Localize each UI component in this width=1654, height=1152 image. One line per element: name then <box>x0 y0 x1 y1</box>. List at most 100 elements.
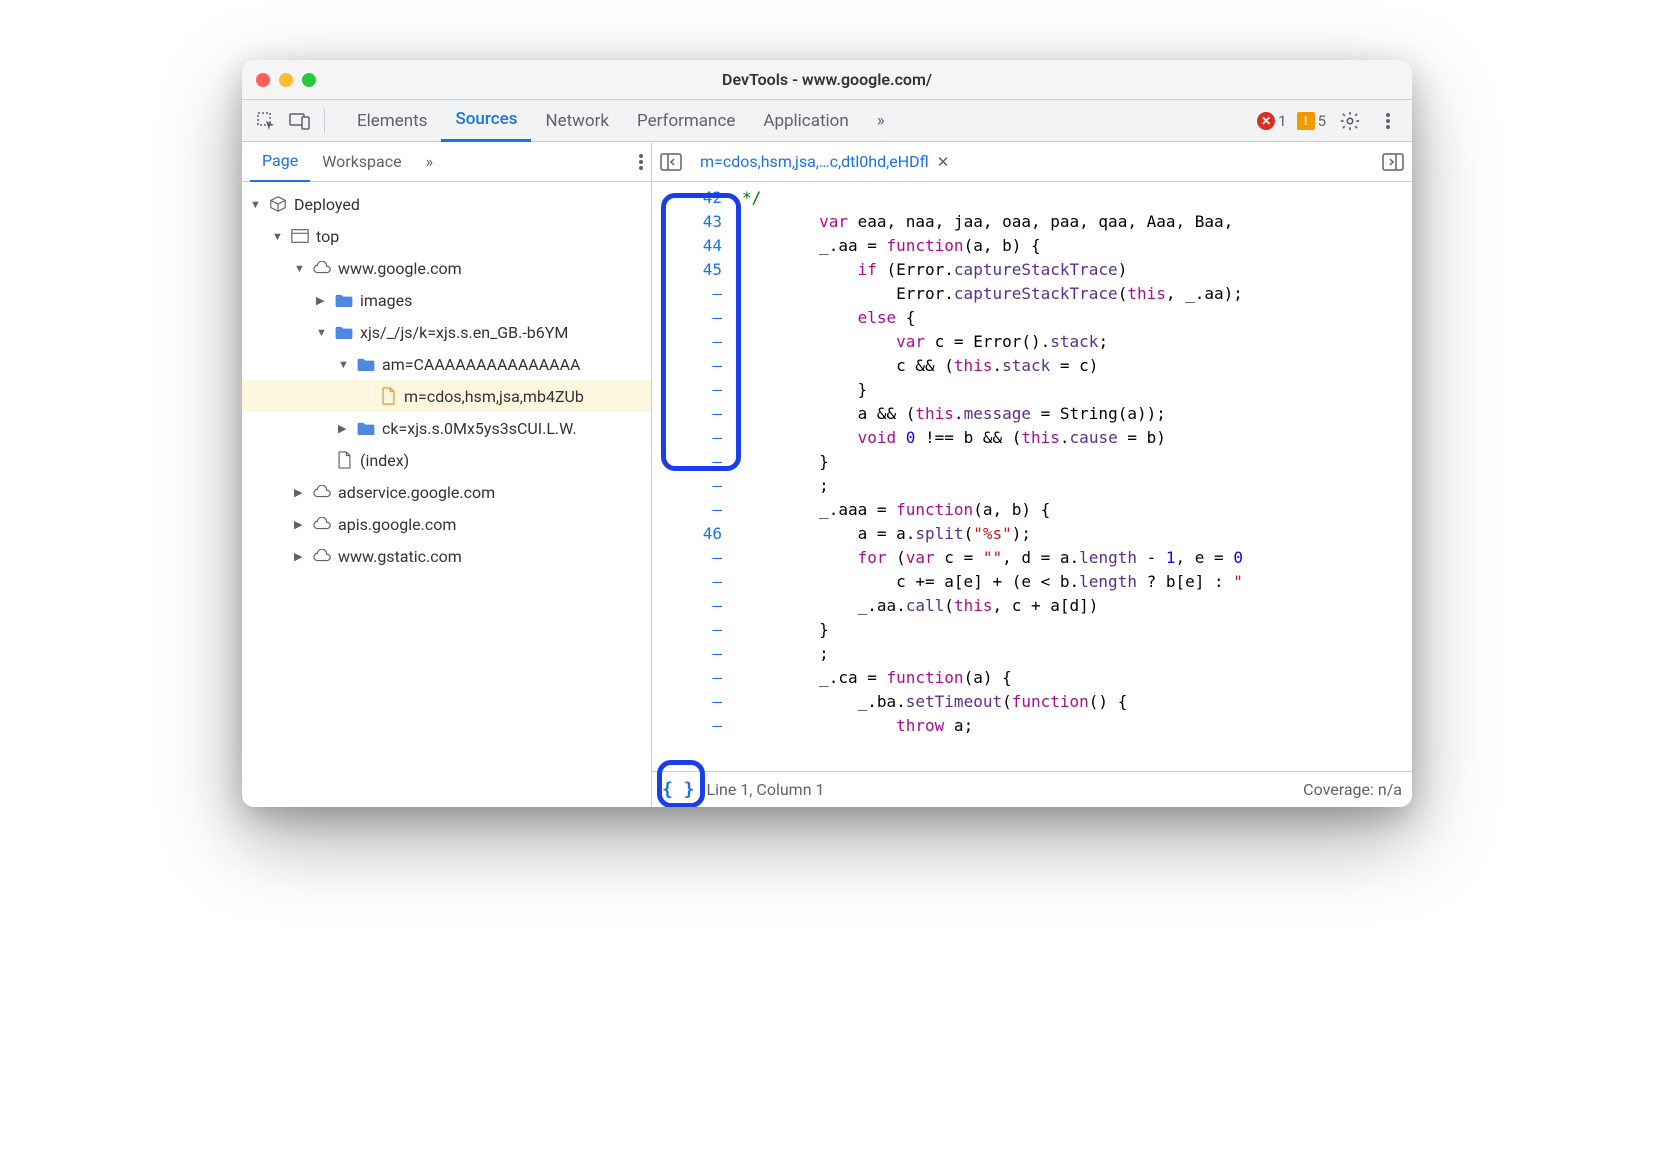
gutter-line[interactable]: – <box>652 354 722 378</box>
code-line[interactable]: a && (this.message = String(a)); <box>742 402 1412 426</box>
code-line[interactable]: c += a[e] + (e < b.length ? b[e] : " <box>742 570 1412 594</box>
tree-item[interactable]: m=cdos,hsm,jsa,mb4ZUb <box>242 380 651 412</box>
tab-application[interactable]: Application <box>749 100 862 142</box>
code-line[interactable]: } <box>742 378 1412 402</box>
tree-item[interactable]: ▶ck=xjs.s.0Mx5ys3sCUI.L.W. <box>242 412 651 444</box>
tree-item[interactable]: ▶apis.google.com <box>242 508 651 540</box>
nav-tab-page[interactable]: Page <box>250 142 310 182</box>
gutter-line[interactable]: – <box>652 378 722 402</box>
gutter-line[interactable]: – <box>652 426 722 450</box>
nav-more-icon[interactable]: » <box>414 142 446 182</box>
close-button[interactable] <box>256 73 270 87</box>
code-line[interactable]: ; <box>742 474 1412 498</box>
warning-badge[interactable]: ! 5 <box>1297 112 1326 130</box>
file-generic-icon <box>334 451 354 469</box>
code-editor[interactable]: 42434445––––––––––46–––––––– */ var eaa,… <box>652 182 1412 771</box>
inspect-icon[interactable] <box>252 107 280 135</box>
settings-icon[interactable] <box>1336 107 1364 135</box>
tree-item[interactable]: ▶www.gstatic.com <box>242 540 651 572</box>
tree-arrow-icon[interactable]: ▼ <box>338 358 350 371</box>
tree-arrow-icon[interactable]: ▶ <box>294 518 306 531</box>
show-navigator-icon[interactable] <box>660 152 682 172</box>
code-line[interactable]: var c = Error().stack; <box>742 330 1412 354</box>
maximize-button[interactable] <box>302 73 316 87</box>
gutter-line[interactable]: – <box>652 690 722 714</box>
gutter-line[interactable]: – <box>652 570 722 594</box>
gutter-line[interactable]: – <box>652 498 722 522</box>
gutter-line[interactable]: – <box>652 666 722 690</box>
tree-label: Deployed <box>294 195 360 214</box>
tab-elements[interactable]: Elements <box>343 100 441 142</box>
gutter-line[interactable]: 43 <box>652 210 722 234</box>
gutter-line[interactable]: 45 <box>652 258 722 282</box>
tree-arrow-icon[interactable]: ▶ <box>294 486 306 499</box>
gutter-line[interactable]: – <box>652 474 722 498</box>
code-line[interactable]: for (var c = "", d = a.length - 1, e = 0 <box>742 546 1412 570</box>
more-menu-icon[interactable] <box>1374 107 1402 135</box>
code-line[interactable]: } <box>742 618 1412 642</box>
gutter-line[interactable]: – <box>652 642 722 666</box>
tree-item[interactable]: ▼xjs/_/js/k=xjs.s.en_GB.-b6YM <box>242 316 651 348</box>
more-tabs-icon[interactable]: » <box>863 100 899 142</box>
tab-sources[interactable]: Sources <box>441 100 531 142</box>
gutter-line[interactable]: – <box>652 714 722 738</box>
tree-item[interactable]: ▶images <box>242 284 651 316</box>
code-line[interactable]: _.aaa = function(a, b) { <box>742 498 1412 522</box>
code-line[interactable]: _.aa = function(a, b) { <box>742 234 1412 258</box>
tree-item[interactable]: ▼top <box>242 220 651 252</box>
code-line[interactable]: */ <box>742 186 1412 210</box>
code-line[interactable]: void 0 !== b && (this.cause = b) <box>742 426 1412 450</box>
gutter-line[interactable]: – <box>652 594 722 618</box>
titlebar: DevTools - www.google.com/ <box>242 60 1412 100</box>
code-line[interactable]: } <box>742 450 1412 474</box>
tree-item[interactable]: ▼ Deployed <box>242 188 651 220</box>
close-tab-icon[interactable]: ✕ <box>937 153 950 171</box>
tree-item[interactable]: ▼am=CAAAAAAAAAAAAAAA <box>242 348 651 380</box>
tree-arrow-icon[interactable]: ▼ <box>294 262 306 275</box>
folder-icon <box>356 357 376 372</box>
gutter-line[interactable]: – <box>652 306 722 330</box>
tree-arrow-icon[interactable]: ▶ <box>316 294 328 307</box>
tree-arrow-icon[interactable]: ▼ <box>316 326 328 339</box>
gutter-line[interactable]: – <box>652 282 722 306</box>
show-debugger-icon[interactable] <box>1382 152 1404 172</box>
source-file-tab[interactable]: m=cdos,hsm,jsa,…c,dtl0hd,eHDfl ✕ <box>690 148 959 175</box>
code-line[interactable]: if (Error.captureStackTrace) <box>742 258 1412 282</box>
minimize-button[interactable] <box>279 73 293 87</box>
tree-item[interactable]: (index) <box>242 444 651 476</box>
tree-arrow-icon[interactable]: ▼ <box>272 230 284 243</box>
gutter-line[interactable]: – <box>652 450 722 474</box>
device-toggle-icon[interactable] <box>286 107 314 135</box>
code-line[interactable]: else { <box>742 306 1412 330</box>
code-line[interactable]: _.ca = function(a) { <box>742 666 1412 690</box>
pretty-print-button[interactable]: { } <box>662 779 695 800</box>
tab-performance[interactable]: Performance <box>623 100 749 142</box>
tree-item[interactable]: ▶adservice.google.com <box>242 476 651 508</box>
line-gutter[interactable]: 42434445––––––––––46–––––––– <box>652 182 742 771</box>
code-line[interactable]: _.aa.call(this, c + a[d]) <box>742 594 1412 618</box>
gutter-line[interactable]: 46 <box>652 522 722 546</box>
gutter-line[interactable]: – <box>652 546 722 570</box>
nav-tab-workspace[interactable]: Workspace <box>310 142 413 182</box>
error-badge[interactable]: ✕ 1 <box>1257 112 1286 130</box>
gutter-line[interactable]: – <box>652 330 722 354</box>
cursor-position: Line 1, Column 1 <box>707 780 825 799</box>
gutter-line[interactable]: – <box>652 618 722 642</box>
tree-arrow-icon[interactable]: ▶ <box>294 550 306 563</box>
tree-arrow-icon[interactable]: ▶ <box>338 422 350 435</box>
gutter-line[interactable]: 42 <box>652 186 722 210</box>
tree-arrow-icon[interactable]: ▼ <box>250 198 262 211</box>
code-line[interactable]: _.ba.setTimeout(function() { <box>742 690 1412 714</box>
code-line[interactable]: var eaa, naa, jaa, oaa, paa, qaa, Aaa, B… <box>742 210 1412 234</box>
code-line[interactable]: ; <box>742 642 1412 666</box>
nav-menu-icon[interactable] <box>639 154 643 170</box>
gutter-line[interactable]: 44 <box>652 234 722 258</box>
tree-item[interactable]: ▼www.google.com <box>242 252 651 284</box>
code-content[interactable]: */ var eaa, naa, jaa, oaa, paa, qaa, Aaa… <box>742 182 1412 771</box>
code-line[interactable]: throw a; <box>742 714 1412 738</box>
code-line[interactable]: c && (this.stack = c) <box>742 354 1412 378</box>
gutter-line[interactable]: – <box>652 402 722 426</box>
tab-network[interactable]: Network <box>531 100 623 142</box>
code-line[interactable]: Error.captureStackTrace(this, _.aa); <box>742 282 1412 306</box>
code-line[interactable]: a = a.split("%s"); <box>742 522 1412 546</box>
